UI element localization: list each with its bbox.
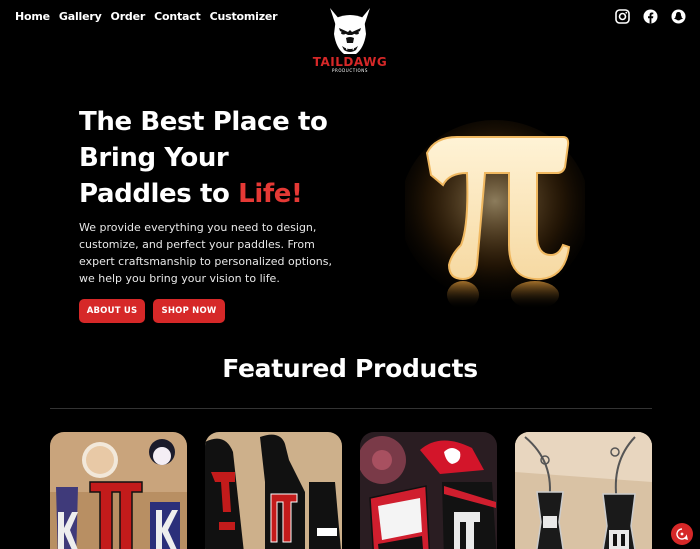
nav-order-link[interactable]: Order (111, 10, 146, 23)
product-image (50, 432, 187, 549)
hero-description: We provide everything you need to design… (79, 221, 332, 285)
product-card[interactable] (360, 432, 497, 549)
instagram-icon[interactable] (615, 9, 630, 24)
logo-brand-text: TAILDAWG (312, 55, 388, 69)
snapchat-icon[interactable] (671, 9, 686, 24)
nav-customizer-link[interactable]: Customizer (210, 10, 278, 23)
hero-heading: The Best Place to Bring Your Paddles to … (79, 104, 359, 212)
product-image (205, 432, 342, 549)
nav-gallery-link[interactable]: Gallery (59, 10, 102, 23)
main-nav: Home Gallery Order Contact Customizer (15, 10, 278, 23)
product-card[interactable] (50, 432, 187, 549)
nav-contact-link[interactable]: Contact (154, 10, 201, 23)
hero-heading-line1: The Best Place to (79, 107, 328, 137)
pitbull-logo-icon (330, 8, 370, 54)
nav-home-link[interactable]: Home (15, 10, 50, 23)
product-card[interactable] (205, 432, 342, 549)
hero-heading-accent: Life! (238, 179, 303, 209)
product-image (515, 432, 652, 549)
facebook-icon[interactable] (643, 9, 658, 24)
about-us-button[interactable]: ABOUT US (79, 299, 145, 323)
product-image (360, 432, 497, 549)
chat-widget-button[interactable] (671, 523, 693, 545)
chat-icon (676, 528, 688, 540)
section-divider (50, 408, 652, 409)
product-card[interactable] (515, 432, 652, 549)
social-links (615, 9, 686, 24)
hero-pi-image (405, 115, 585, 320)
hero-heading-line2: Bring Your (79, 143, 229, 173)
site-logo[interactable]: TAILDAWG PRODUCTIONS (310, 6, 390, 86)
featured-products-heading: Featured Products (222, 354, 478, 383)
hero-heading-line3: Paddles to (79, 179, 239, 209)
shop-now-button[interactable]: SHOP NOW (153, 299, 225, 323)
